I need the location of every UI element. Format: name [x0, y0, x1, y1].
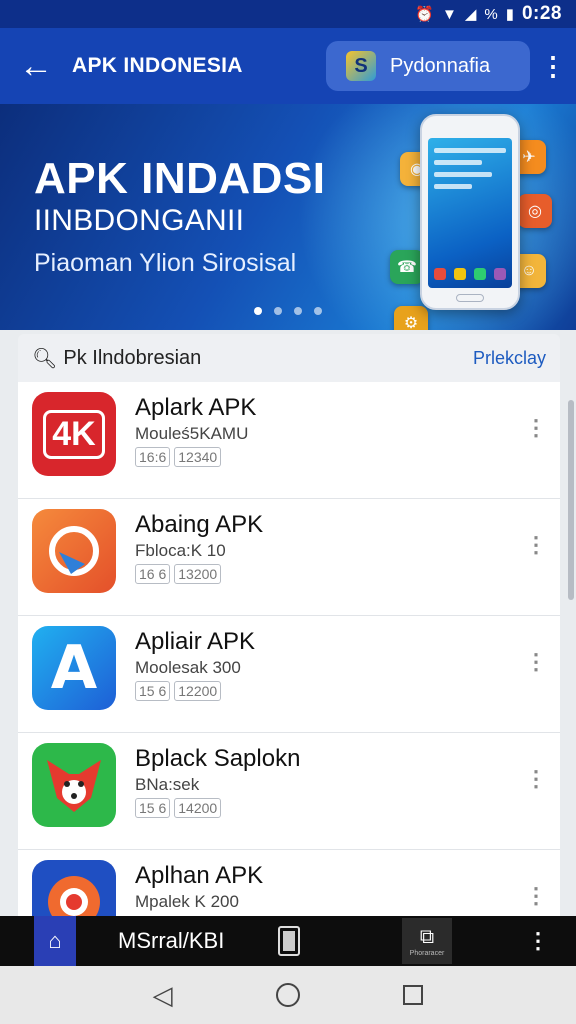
app-size: 12200 — [174, 681, 222, 701]
alarm-icon: ⏰ — [415, 5, 434, 23]
more-vert-icon: ⋮ — [527, 928, 549, 953]
banner-app-tile-icon: ◎ — [518, 194, 552, 228]
list-item[interactable]: Abaing APK Fbloca:K 10 16 6 13200 ⋮ — [18, 499, 560, 616]
bottom-action-bar: ⌂ MSrral/KBI ⧉ Phoraracer ⋮ — [0, 916, 576, 966]
banner-app-tile-icon: ☎ — [390, 250, 424, 284]
4k-icon: 4K — [32, 392, 116, 476]
triangle-back-icon: ◁ — [152, 979, 173, 1010]
share-button[interactable]: ⧉ Phoraracer — [402, 918, 452, 964]
nav-back-button[interactable]: ◁ — [143, 975, 183, 1015]
list-item[interactable]: Aplhan APK Mpalek K 200 ⋮ — [18, 850, 560, 916]
banner-subhead: IINBDONGANII — [34, 204, 245, 237]
app-developer: Moolesak 300 — [135, 658, 241, 677]
search-query[interactable]: Pk Ilndobresian — [63, 347, 473, 370]
banner-phone-image — [420, 114, 520, 310]
app-badge: 15 6 — [135, 681, 171, 701]
app-name: Aplark APK — [135, 394, 257, 421]
more-vert-icon: ⋮ — [525, 415, 547, 440]
more-vert-icon: ⋮ — [525, 883, 547, 908]
nav-home-button[interactable] — [268, 975, 308, 1015]
app-badge: 16:6 — [135, 447, 171, 467]
app-logo-icon: S — [346, 51, 376, 81]
language-pill-button[interactable]: S Pydonnafia — [326, 41, 530, 91]
app-list: 4K Aplark APK Mouleś5KAMU 16:6 12340 ⋮ A… — [18, 382, 560, 916]
more-vert-icon: ⋮ — [525, 532, 547, 557]
percent-text: % — [484, 5, 498, 23]
fox-icon — [32, 743, 116, 827]
item-more-button[interactable]: ⋮ — [525, 644, 547, 680]
flower-icon — [32, 860, 116, 916]
circle-home-icon — [275, 983, 300, 1007]
more-vert-button[interactable]: ⋮ — [530, 36, 576, 96]
app-meta: 16:6 12340 — [135, 447, 222, 467]
app-badge: 16 6 — [135, 564, 171, 584]
bottom-more-button[interactable]: ⋮ — [527, 926, 549, 956]
promo-banner[interactable]: APK INDADSI IINBDONGANII Piaoman Ylion S… — [0, 104, 576, 330]
language-pill-label: Pydonnafia — [390, 54, 491, 77]
refresh-play-icon — [32, 509, 116, 593]
nav-recents-button[interactable] — [393, 975, 433, 1015]
list-item[interactable]: Bplack Saplokn BNa:sek 15 6 14200 ⋮ — [18, 733, 560, 850]
carousel-dots — [254, 307, 322, 315]
item-more-button[interactable]: ⋮ — [525, 761, 547, 797]
search-action-link[interactable]: Prlekclay — [473, 348, 546, 369]
app-developer: BNa:sek — [135, 775, 200, 794]
app-name: Aplhan APK — [135, 862, 264, 889]
home-app-button[interactable]: ⌂ — [34, 916, 76, 966]
square-recents-icon — [403, 985, 424, 1005]
list-item[interactable]: 4K Aplark APK Mouleś5KAMU 16:6 12340 ⋮ — [18, 382, 560, 499]
more-vert-icon: ⋮ — [525, 649, 547, 674]
carousel-dot[interactable] — [314, 307, 322, 315]
app-meta: 16 6 13200 — [135, 564, 222, 584]
wifi-icon: ▼ — [441, 5, 457, 23]
app-badge: 15 6 — [135, 798, 171, 818]
item-more-button[interactable]: ⋮ — [525, 527, 547, 563]
item-more-button[interactable]: ⋮ — [525, 878, 547, 914]
app-developer: Fbloca:K 10 — [135, 541, 226, 560]
app-meta: 15 6 12200 — [135, 681, 222, 701]
app-meta: 15 6 14200 — [135, 798, 222, 818]
app-size: 14200 — [174, 798, 222, 818]
banner-tagline: Piaoman Ylion Sirosisal — [34, 249, 297, 277]
app-developer: Mouleś5KAMU — [135, 424, 249, 443]
share-caption: Phoraracer — [409, 949, 445, 957]
app-size: 13200 — [174, 564, 222, 584]
banner-app-tile-icon: ⚙ — [394, 306, 428, 330]
item-more-button[interactable]: ⋮ — [525, 410, 547, 446]
search-header[interactable]: 🔍︎ Pk Ilndobresian Prlekclay — [18, 334, 560, 382]
arrow-left-icon: ← — [19, 46, 53, 85]
clipboard-button[interactable] — [278, 926, 300, 956]
house-icon: ⌂ — [48, 928, 62, 953]
scrollbar[interactable] — [568, 400, 574, 600]
more-vert-icon: ⋮ — [525, 766, 547, 791]
signal-icon: ◢ — [464, 5, 477, 23]
app-bar: ← APK INDONESIA S Pydonnafia ⋮ — [0, 28, 576, 104]
search-icon: 🔍︎ — [32, 347, 58, 370]
more-vert-icon: ⋮ — [540, 50, 566, 81]
app-name: Apliair APK — [135, 628, 256, 655]
status-time: 0:28 — [521, 3, 562, 24]
carousel-dot[interactable] — [274, 307, 282, 315]
share-icon: ⧉ — [419, 925, 435, 948]
app-title: APK INDONESIA — [72, 54, 243, 77]
bottom-bar-label[interactable]: MSrral/KBI — [118, 928, 224, 954]
phone-screen — [428, 138, 512, 288]
back-button[interactable]: ← — [8, 36, 64, 96]
app-developer: Mpalek K 200 — [135, 892, 239, 911]
app-size: 12340 — [174, 447, 222, 467]
carousel-dot[interactable] — [294, 307, 302, 315]
letter-a-icon: A — [32, 626, 116, 710]
app-name: Bplack Saplokn — [135, 745, 301, 772]
banner-headline: APK INDADSI — [34, 154, 326, 203]
carousel-dot[interactable] — [254, 307, 262, 315]
battery-icon: ▮ — [505, 5, 514, 23]
status-bar: ⏰ ▼ ◢ % ▮ 0:28 — [0, 0, 576, 28]
app-name: Abaing APK — [135, 511, 264, 538]
system-nav-bar: ◁ — [0, 966, 576, 1024]
list-item[interactable]: A Apliair APK Moolesak 300 15 6 12200 ⋮ — [18, 616, 560, 733]
